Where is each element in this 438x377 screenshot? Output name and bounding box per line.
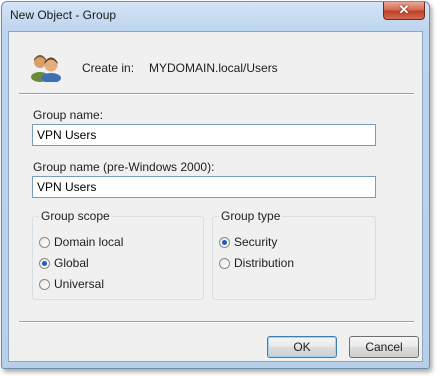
radio-global[interactable]: Global (39, 256, 89, 270)
radio-label: Security (234, 235, 278, 249)
group-type-legend: Group type (219, 209, 283, 223)
radio-label: Domain local (54, 235, 124, 249)
radio-label: Universal (54, 277, 105, 291)
radio-button-icon (39, 236, 50, 248)
separator (19, 93, 414, 95)
separator (19, 321, 414, 323)
group-type-box: Group type Security Distribution (212, 209, 376, 300)
create-in-label: Create in: (82, 61, 135, 75)
ok-button[interactable]: OK (267, 336, 337, 358)
radio-label: Distribution (234, 256, 295, 270)
radio-button-icon (219, 257, 230, 269)
dialog-window: New Object - Group ✕ Create in: MYDOMAIN… (1, 1, 430, 369)
radio-button-selected-icon (39, 257, 50, 269)
close-button[interactable]: ✕ (383, 2, 425, 20)
radio-distribution[interactable]: Distribution (219, 256, 294, 270)
create-in-path: MYDOMAIN.local/Users (149, 61, 278, 75)
window-title: New Object - Group (10, 8, 117, 22)
group-scope-box: Group scope Domain local Global Universa… (32, 209, 204, 300)
radio-universal[interactable]: Universal (39, 277, 104, 291)
group-scope-legend: Group scope (39, 209, 112, 223)
cancel-button[interactable]: Cancel (349, 336, 419, 358)
group-name-pre2000-input[interactable]: VPN Users (32, 176, 376, 198)
group-name-input[interactable]: VPN Users (32, 124, 376, 146)
users-group-icon (29, 52, 63, 85)
radio-button-selected-icon (219, 236, 230, 248)
group-name-pre2000-label: Group name (pre-Windows 2000): (33, 160, 215, 174)
group-name-label: Group name: (33, 108, 104, 122)
radio-domain-local[interactable]: Domain local (39, 235, 123, 249)
radio-label: Global (54, 256, 89, 270)
radio-security[interactable]: Security (219, 235, 277, 249)
close-icon: ✕ (398, 2, 410, 17)
radio-button-icon (39, 278, 50, 290)
dialog-client-area: Create in: MYDOMAIN.local/Users Group na… (8, 31, 423, 362)
